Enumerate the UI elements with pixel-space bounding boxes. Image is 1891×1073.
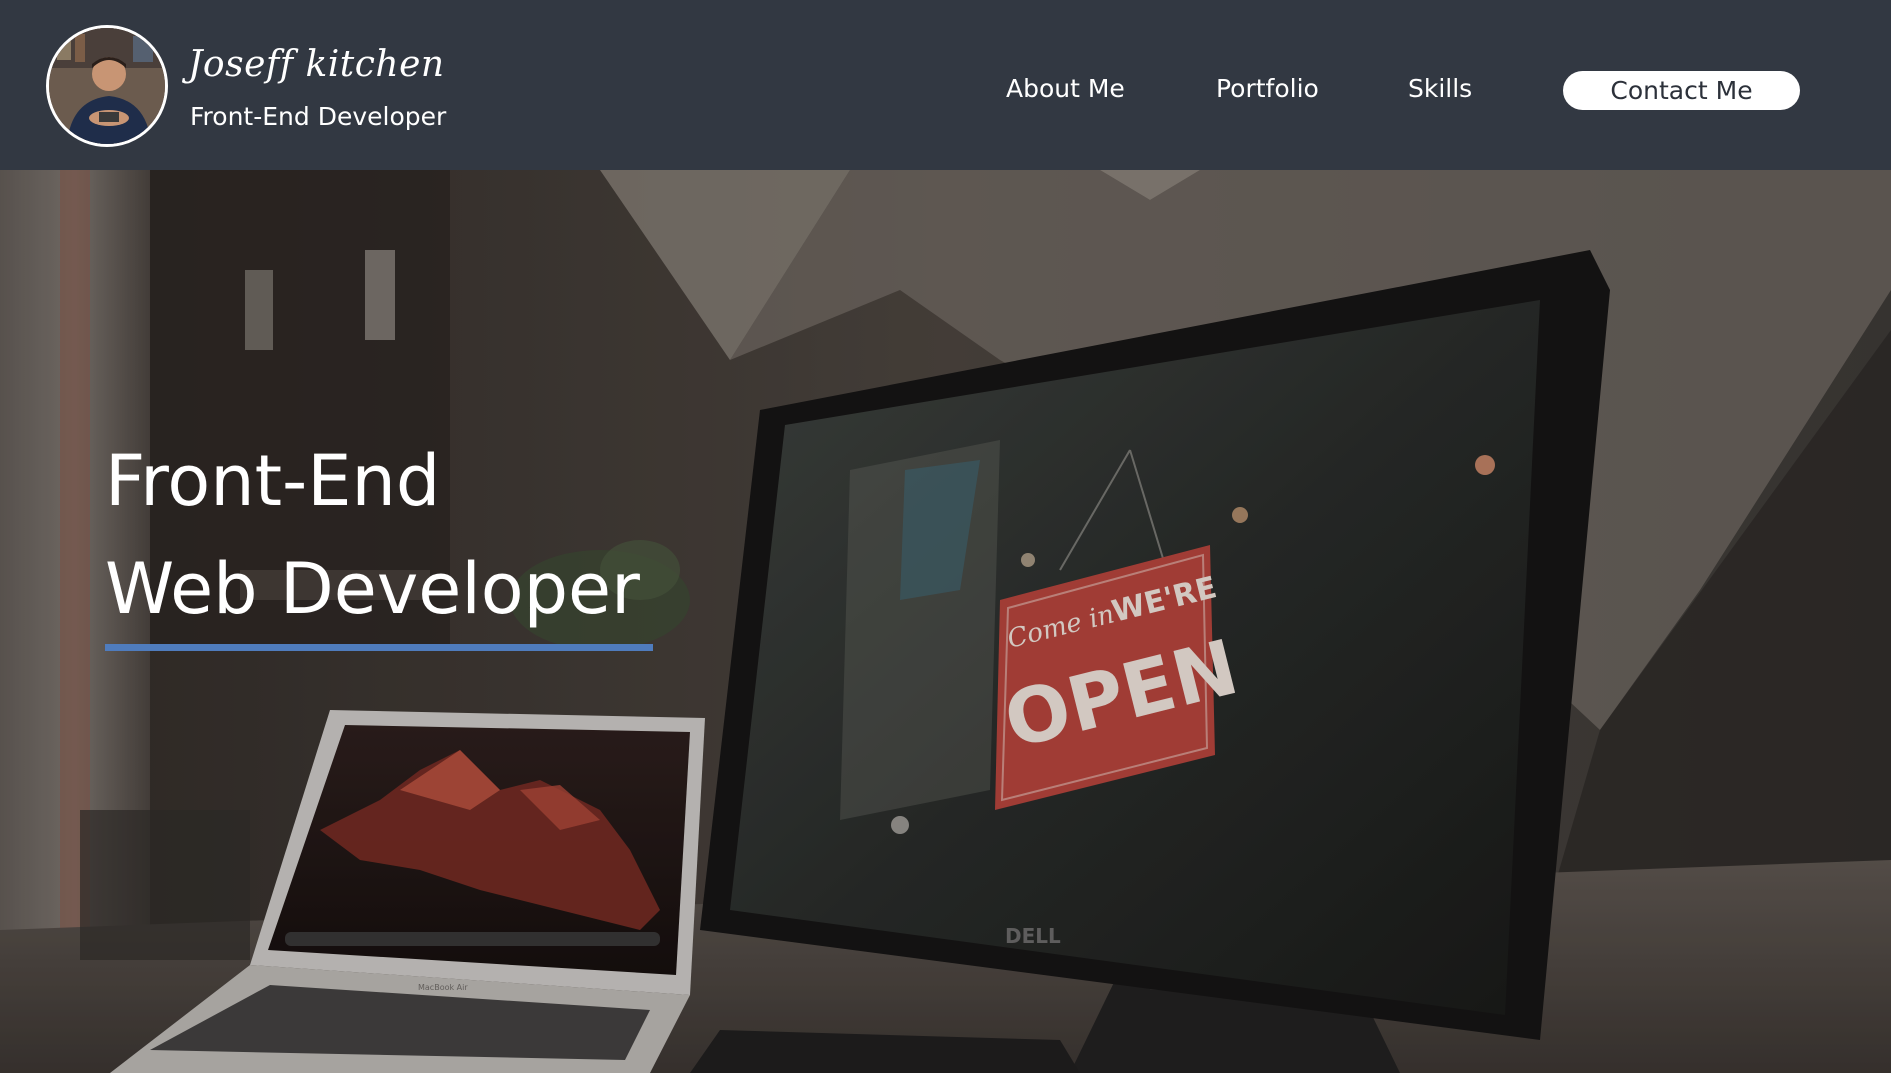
brand-role: Front-End Developer xyxy=(190,102,447,131)
nav-skills[interactable]: Skills xyxy=(1408,74,1472,103)
profile-photo-icon xyxy=(49,28,165,144)
hero-title-underline xyxy=(105,644,653,651)
page: Joseff kitchen Front-End Developer About… xyxy=(0,0,1891,1073)
hero-section: Come in WE'RE OPEN DELL MacBook Air Fron… xyxy=(0,170,1891,1073)
avatar[interactable] xyxy=(46,25,168,147)
hero-title-line-2: Web Developer xyxy=(105,548,640,630)
hero-title-line-1: Front-End xyxy=(105,440,441,522)
site-header: Joseff kitchen Front-End Developer About… xyxy=(0,0,1891,170)
nav-about-me[interactable]: About Me xyxy=(1006,74,1125,103)
brand-name[interactable]: Joseff kitchen xyxy=(188,44,445,85)
nav-portfolio[interactable]: Portfolio xyxy=(1216,74,1319,103)
contact-me-button[interactable]: Contact Me xyxy=(1563,71,1800,110)
